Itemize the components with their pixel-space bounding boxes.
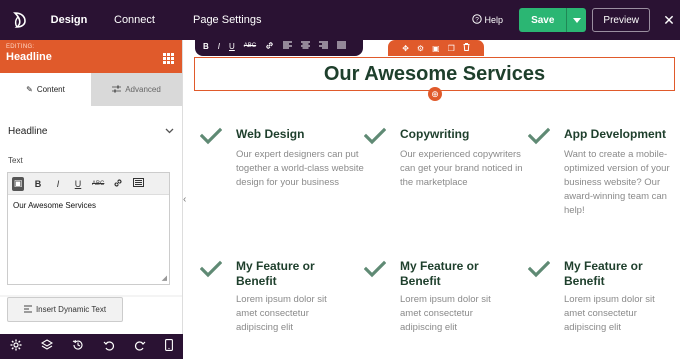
bold-icon[interactable]: B (203, 42, 209, 51)
checkmark-icon (199, 260, 223, 283)
mobile-preview-icon[interactable] (165, 339, 174, 354)
duplicate-icon[interactable]: ❐ (448, 44, 455, 53)
dynamic-text-icon (23, 305, 32, 315)
italic-icon[interactable]: I (52, 179, 64, 189)
tab-content-label: Content (36, 85, 65, 94)
editor-content[interactable]: Our Awesome Services (8, 195, 169, 216)
feature-title: Copywriting (400, 127, 470, 141)
feature-item[interactable]: My Feature or Benefit Lorem ipsum dolor … (400, 259, 510, 335)
feature-item[interactable]: Web Design Our expert designers can put … (236, 127, 368, 190)
feature-title: App Development (564, 127, 667, 141)
feature-description: Our expert designers can put together a … (236, 149, 364, 188)
feature-title: My Feature or Benefit (400, 259, 479, 288)
feature-description: Lorem ipsum dolor sit amet consectetur a… (400, 294, 491, 333)
svg-text:?: ? (475, 16, 479, 23)
toolbar-toggle-icon[interactable] (132, 178, 144, 189)
insert-dynamic-text-label: Insert Dynamic Text (35, 305, 107, 314)
feature-description: Our experienced copywriters can get your… (400, 149, 523, 188)
checkmark-icon (363, 260, 387, 283)
settings-gear-icon[interactable] (10, 339, 22, 354)
tab-page-settings[interactable]: Page Settings (179, 0, 276, 40)
paste-icon[interactable]: ▣ (12, 176, 24, 191)
feature-item[interactable]: App Development Want to create a mobile-… (564, 127, 674, 218)
close-icon[interactable]: ✕ (658, 12, 680, 29)
page-headline[interactable]: Our Awesome Services (324, 63, 545, 86)
preview-button[interactable]: Preview (592, 8, 650, 32)
checkmark-icon (363, 127, 387, 150)
underline-icon[interactable]: U (72, 179, 84, 189)
checkmark-icon (199, 127, 223, 150)
settings-gear-icon[interactable]: ⚙ (417, 44, 424, 53)
editor-toolbar: ▣ B I U ABC (8, 173, 169, 195)
editing-label: EDITING: (6, 44, 35, 50)
left-panel: EDITING: Headline ✎ Content Advanced Hea… (0, 40, 183, 357)
feature-title: Web Design (236, 127, 305, 141)
tab-design[interactable]: Design (40, 0, 98, 40)
align-center-icon[interactable] (301, 41, 311, 51)
move-icon[interactable]: ✥ (402, 44, 409, 53)
help-label: Help (484, 15, 504, 25)
checkmark-icon (527, 127, 551, 150)
insert-dynamic-text-button[interactable]: Insert Dynamic Text (7, 297, 123, 322)
editing-block-name: Headline (6, 51, 52, 63)
undo-icon[interactable] (103, 339, 115, 354)
strikethrough-icon[interactable]: ABC (92, 181, 104, 187)
checkmark-icon (527, 260, 551, 283)
sliders-icon (112, 85, 122, 95)
block-actions-tab: ✥ ⚙ ▣ ❐ (388, 40, 484, 56)
headline-section-toggle[interactable]: Headline (0, 106, 182, 156)
italic-icon[interactable]: I (218, 42, 220, 51)
feature-item[interactable]: My Feature or Benefit Lorem ipsum dolor … (236, 259, 346, 335)
seedprod-logo-icon[interactable] (0, 0, 40, 40)
link-icon[interactable] (112, 178, 124, 190)
chevron-down-icon (165, 126, 174, 137)
delete-trash-icon[interactable] (463, 43, 470, 53)
save-options-chevron-icon[interactable] (566, 8, 586, 32)
align-left-icon[interactable] (283, 41, 293, 51)
tab-content[interactable]: ✎ Content (0, 73, 91, 106)
bold-icon[interactable]: B (32, 179, 44, 189)
text-editor: ▣ B I U ABC Our Awesome Services ◢ (7, 172, 170, 285)
feature-description: Lorem ipsum dolor sit amet consectetur a… (564, 294, 655, 333)
tab-connect[interactable]: Connect (100, 0, 169, 40)
align-right-icon[interactable] (319, 41, 329, 51)
pencil-icon: ✎ (26, 85, 33, 94)
save-button[interactable]: Save (519, 15, 566, 26)
editing-header: EDITING: Headline (0, 40, 182, 73)
add-block-plus-icon[interactable]: ⊕ (428, 87, 442, 101)
layers-icon[interactable] (40, 339, 53, 354)
collapse-panel-chevron-icon[interactable]: ‹ (183, 194, 186, 205)
underline-icon[interactable]: U (229, 42, 235, 51)
link-icon[interactable] (265, 41, 274, 52)
feature-item[interactable]: My Feature or Benefit Lorem ipsum dolor … (564, 259, 674, 335)
feature-title: My Feature or Benefit (564, 259, 643, 288)
help-icon: ? (471, 14, 482, 26)
tab-advanced[interactable]: Advanced (91, 73, 182, 106)
bottom-toolbar (0, 334, 183, 359)
text-format-toolbar: B I U ABC (195, 36, 363, 56)
strikethrough-icon[interactable]: ABC (244, 43, 256, 49)
top-bar: Design Connect Page Settings ? Help Save… (0, 0, 680, 40)
feature-item[interactable]: Copywriting Our experienced copywriters … (400, 127, 532, 190)
text-field-label: Text (0, 156, 182, 172)
history-icon[interactable] (72, 339, 84, 354)
save-button-group: Save (519, 8, 587, 32)
save-block-icon[interactable]: ▣ (432, 44, 440, 53)
feature-description: Lorem ipsum dolor sit amet consectetur a… (236, 294, 327, 333)
align-justify-icon[interactable] (337, 41, 347, 51)
headline-block[interactable]: Our Awesome Services (194, 57, 675, 91)
resize-handle-icon[interactable]: ◢ (162, 274, 167, 282)
feature-title: My Feature or Benefit (236, 259, 315, 288)
tab-advanced-label: Advanced (125, 85, 161, 94)
section-title: Headline (8, 125, 48, 137)
feature-description: Want to create a mobile-optimized versio… (564, 149, 670, 216)
panel-tabs: ✎ Content Advanced (0, 73, 182, 106)
blocks-grid-icon[interactable] (163, 51, 174, 69)
help-link[interactable]: ? Help (471, 14, 504, 26)
redo-icon[interactable] (134, 339, 146, 354)
